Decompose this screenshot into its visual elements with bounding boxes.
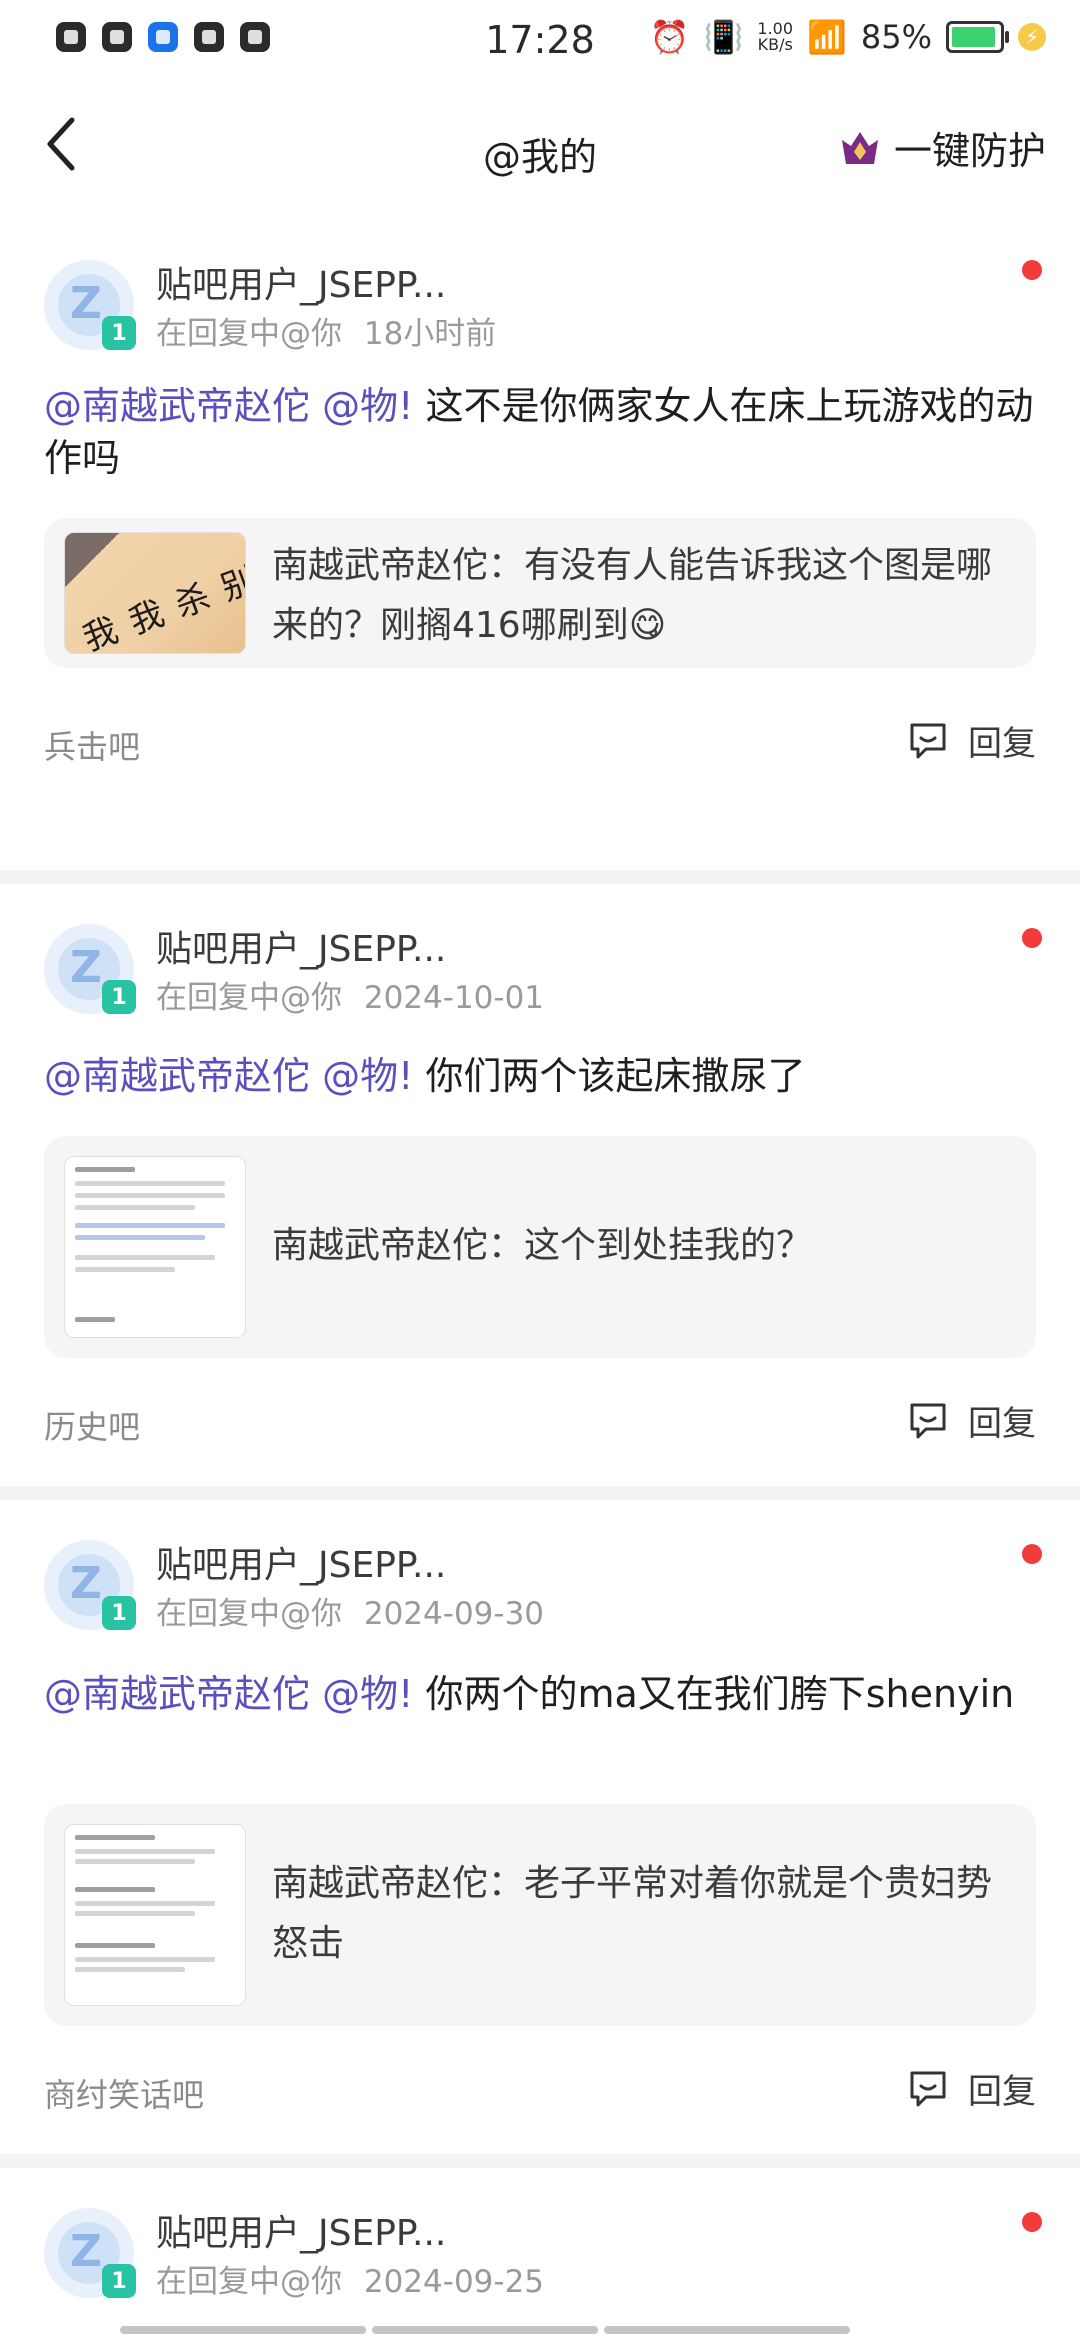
quoted-post[interactable]: 别杀我我 南越武帝赵佗：有没有人能告诉我这个图是哪来的？刚搁416哪刷到😋 — [44, 518, 1036, 668]
thumbnail-text: 别杀我我 — [72, 561, 246, 654]
post-text: 你们两个该起床撒尿了 — [425, 1054, 806, 1098]
username[interactable]: 贴吧用户_JSEPP... — [156, 1536, 446, 1588]
mention-link[interactable]: @南越武帝赵佗 — [44, 1054, 310, 1098]
unread-dot — [1022, 928, 1042, 948]
timestamp: 2024-09-25 — [363, 2264, 545, 2300]
quote-thumbnail — [64, 1156, 246, 1338]
charging-icon: ⚡ — [1018, 23, 1046, 51]
unread-dot — [1022, 1544, 1042, 1564]
forum-name[interactable]: 商纣笑话吧 — [44, 2070, 204, 2116]
status-bar: 17:28 ⏰ 📳 1.00 KB/s 📶 85% ⚡ — [0, 0, 1080, 84]
reply-label: 回复 — [968, 1404, 1036, 1444]
comment-icon — [910, 1403, 946, 1438]
wifi-icon: 📶 — [807, 18, 847, 56]
mention-link[interactable]: @物! — [322, 1054, 413, 1098]
quote-text: 南越武帝赵佗：这个到处挂我的？ — [272, 1225, 813, 1266]
quote-text: 南越武帝赵佗：有没有人能告诉我这个图是哪来的？刚搁416哪刷到😋 — [272, 545, 993, 646]
avatar[interactable]: Z 1 — [44, 2208, 136, 2298]
timestamp: 2024-09-30 — [363, 1596, 545, 1632]
reply-button[interactable]: 回复 — [906, 716, 1036, 765]
mention-card[interactable]: Z 1 贴吧用户_JSEPP... 在回复中@你 18小时前 @南越武帝赵佗 @… — [0, 230, 1080, 870]
mention-card[interactable]: Z 1 贴吧用户_JSEPP... 在回复中@你 2024-10-01 @南越武… — [0, 884, 1080, 1484]
card-divider — [0, 870, 1080, 884]
protect-label: 一键防护 — [893, 129, 1046, 173]
quote-thumbnail: 别杀我我 — [64, 532, 246, 654]
meta-prefix: 在回复中@你 — [156, 2264, 342, 2300]
avatar[interactable]: Z 1 — [44, 1540, 136, 1630]
reply-button[interactable]: 回复 — [906, 1396, 1036, 1445]
meta-prefix: 在回复中@你 — [156, 980, 342, 1016]
level-badge: 1 — [102, 1596, 136, 1630]
card-divider — [0, 1486, 1080, 1500]
unread-dot — [1022, 2212, 1042, 2232]
comment-icon — [910, 2071, 946, 2106]
mention-meta: 在回复中@你 2024-09-30 — [156, 1588, 544, 1633]
mention-card[interactable]: Z 1 贴吧用户_JSEPP... 在回复中@你 2024-09-25 — [0, 2168, 1080, 2340]
net-speed-unit: KB/s — [757, 35, 793, 54]
battery-icon — [946, 21, 1009, 53]
mention-meta: 在回复中@你 2024-10-01 — [156, 972, 544, 1017]
reply-label: 回复 — [968, 2072, 1036, 2112]
username[interactable]: 贴吧用户_JSEPP... — [156, 920, 446, 972]
level-badge: 1 — [102, 316, 136, 350]
username[interactable]: 贴吧用户_JSEPP... — [156, 2204, 446, 2256]
post-content[interactable]: @南越武帝赵佗 @物! 你们两个该起床撒尿了 — [44, 1050, 1034, 1102]
mention-link[interactable]: @南越武帝赵佗 — [44, 384, 310, 428]
quoted-post[interactable]: 南越武帝赵佗：这个到处挂我的？ — [44, 1136, 1036, 1358]
comment-icon — [910, 723, 946, 758]
meta-prefix: 在回复中@你 — [156, 316, 342, 352]
mention-link[interactable]: @物! — [322, 384, 413, 428]
quote-thumbnail — [64, 1824, 246, 2006]
status-right: ⏰ 📳 1.00 KB/s 📶 85% ⚡ — [650, 18, 1046, 56]
timestamp: 18小时前 — [363, 316, 497, 352]
card-divider — [0, 2154, 1080, 2168]
forum-name[interactable]: 兵击吧 — [44, 722, 140, 768]
reply-label: 回复 — [968, 724, 1036, 764]
level-badge: 1 — [102, 980, 136, 1014]
avatar[interactable]: Z 1 — [44, 260, 136, 350]
crown-shield-icon — [841, 131, 878, 164]
alarm-icon: ⏰ — [649, 18, 690, 56]
meta-prefix: 在回复中@你 — [156, 1596, 342, 1632]
mention-meta: 在回复中@你 2024-09-25 — [156, 2256, 544, 2301]
mention-link[interactable]: @南越武帝赵佗 — [44, 1672, 310, 1716]
battery-percent: 85% — [860, 18, 932, 56]
bottom-indicator — [120, 2326, 960, 2334]
net-speed: 1.00 KB/s — [757, 21, 793, 53]
reply-button[interactable]: 回复 — [906, 2064, 1036, 2113]
quoted-post[interactable]: 南越武帝赵佗：老子平常对着你就是个贵妇势怒击 — [44, 1804, 1036, 2026]
avatar[interactable]: Z 1 — [44, 924, 136, 1014]
post-text: 你两个的ma又在我们胯下shenyin — [425, 1672, 1015, 1716]
unread-dot — [1022, 260, 1042, 280]
quote-text: 南越武帝赵佗：老子平常对着你就是个贵妇势怒击 — [272, 1863, 993, 1964]
top-app-bar: @我的 一键防护 — [0, 90, 1080, 210]
timestamp: 2024-10-01 — [363, 980, 545, 1016]
one-click-protect-button[interactable]: 一键防护 — [838, 120, 1046, 175]
level-badge: 1 — [102, 2264, 136, 2298]
mention-card[interactable]: Z 1 贴吧用户_JSEPP... 在回复中@你 2024-09-30 @南越武… — [0, 1500, 1080, 2150]
vibrate-icon: 📳 — [703, 18, 744, 56]
post-content[interactable]: @南越武帝赵佗 @物! 这不是你俩家女人在床上玩游戏的动作吗 — [44, 380, 1034, 484]
mention-meta: 在回复中@你 18小时前 — [156, 308, 496, 353]
username[interactable]: 贴吧用户_JSEPP... — [156, 256, 446, 308]
post-content[interactable]: @南越武帝赵佗 @物! 你两个的ma又在我们胯下shenyin — [44, 1668, 1034, 1720]
forum-name[interactable]: 历史吧 — [44, 1402, 140, 1448]
mention-link[interactable]: @物! — [322, 1672, 413, 1716]
